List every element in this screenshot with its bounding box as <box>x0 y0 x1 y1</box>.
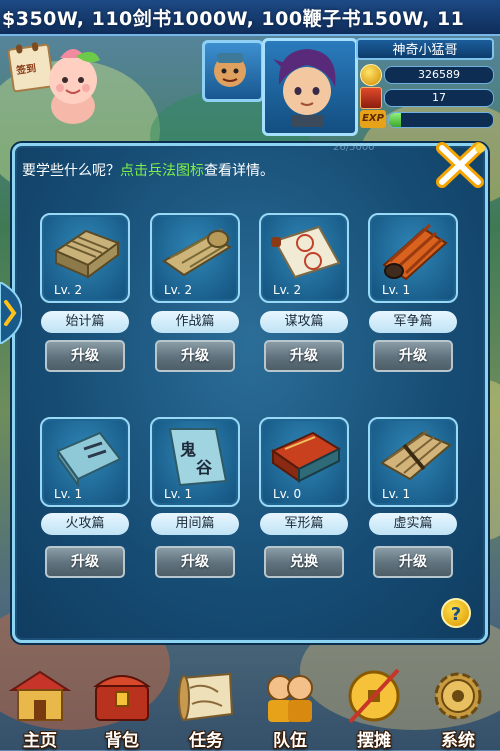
upgrade-button[interactable]: 升级 <box>373 340 453 372</box>
treasure-box-icon <box>360 87 382 109</box>
skill-level: Lv. 2 <box>273 283 302 297</box>
skill-level: Lv. 2 <box>164 283 193 297</box>
nav-label: 系统 <box>441 731 475 751</box>
exchange-button[interactable]: 兑换 <box>264 546 344 578</box>
tied-bamboo-icon <box>380 430 452 481</box>
chest-icon <box>93 675 151 721</box>
coin-icon <box>360 64 382 86</box>
nav-label: 摆摊 <box>357 731 391 751</box>
nav-system[interactable]: 系统 <box>418 658 498 751</box>
nav-label: 任务 <box>189 731 223 751</box>
nav-stall[interactable]: 摆摊 <box>334 658 414 751</box>
skill-name: 作战篇 <box>151 311 239 333</box>
skill-name: 军争篇 <box>369 311 457 333</box>
red-scroll-icon <box>382 223 448 281</box>
skill-card-xushi[interactable]: Lv. 1 <box>368 417 458 507</box>
peach-mascot-icon[interactable] <box>40 44 106 126</box>
upgrade-button[interactable]: 升级 <box>155 340 235 372</box>
skill-level: Lv. 1 <box>54 487 83 501</box>
nav-label: 主页 <box>23 731 57 751</box>
close-icon[interactable] <box>432 140 488 190</box>
skill-card-junxing[interactable]: Lv. 0 <box>259 417 349 507</box>
panel-prompt: 要学些什么呢？点击兵法图标查看详情。 <box>22 160 274 180</box>
upgrade-button[interactable]: 升级 <box>264 340 344 372</box>
paper-scroll-icon <box>271 225 341 279</box>
skill-level: Lv. 2 <box>54 283 83 297</box>
exp-bar: EXP <box>360 110 494 128</box>
expand-left-arrow-icon[interactable] <box>0 282 22 344</box>
bottom-nav: 主页 背包 任务 队伍 摆摊 系统 <box>0 658 500 751</box>
skill-name: 谋攻篇 <box>260 311 348 333</box>
bamboo-roll-icon <box>162 228 232 277</box>
exp-fill <box>389 113 402 127</box>
skill-name: 火攻篇 <box>41 513 129 535</box>
skill-card-shiji[interactable]: Lv. 2 <box>40 213 130 303</box>
skill-level: Lv. 1 <box>382 487 411 501</box>
skill-name: 虚实篇 <box>369 513 457 535</box>
nav-quest[interactable]: 任务 <box>166 658 246 751</box>
bamboo-scroll-icon <box>53 229 121 279</box>
svg-text:谷: 谷 <box>196 458 213 477</box>
team-icon <box>267 675 313 722</box>
map-scroll-icon <box>178 672 234 722</box>
nav-home[interactable]: 主页 <box>0 658 80 751</box>
hero-face-icon <box>273 49 336 127</box>
energy-stat: 17 <box>360 87 494 109</box>
ghost-book-icon: 鬼 谷 <box>168 428 228 487</box>
prompt-highlight: 点击兵法图标 <box>120 163 204 179</box>
gear-icon <box>434 672 482 720</box>
skill-name: 始计篇 <box>41 311 129 333</box>
coin-stat: 326589 <box>360 64 494 86</box>
nav-team[interactable]: 队伍 <box>250 658 330 751</box>
player-portrait[interactable] <box>262 38 358 136</box>
exp-track <box>388 112 494 128</box>
nav-label: 背包 <box>105 731 139 751</box>
skill-level: Lv. 1 <box>164 487 193 501</box>
palace-icon <box>8 670 72 721</box>
companion-portrait[interactable] <box>202 40 264 102</box>
nav-label: 队伍 <box>273 731 307 751</box>
skill-card-zuozhan[interactable]: Lv. 2 <box>150 213 240 303</box>
player-info: 神奇小猛哥 326589 17 EXP <box>356 38 494 130</box>
skill-name: 用间篇 <box>151 513 239 535</box>
coin-value: 326589 <box>384 66 494 84</box>
skill-card-huogong[interactable]: Lv. 1 <box>40 417 130 507</box>
skill-name: 军形篇 <box>260 513 348 535</box>
announcement-ticker: $350W, 110剑书1000W, 100鞭子书150W, 11 <box>0 0 500 36</box>
prompt-before: 要学些什么呢？ <box>22 163 120 179</box>
companion-face-icon <box>214 53 246 87</box>
upgrade-button[interactable]: 升级 <box>45 340 125 372</box>
ticker-text: $350W, 110剑书1000W, 100鞭子书150W, 11 <box>2 8 465 30</box>
player-name: 神奇小猛哥 <box>356 38 494 60</box>
skill-card-junzheng[interactable]: Lv. 1 <box>368 213 458 303</box>
energy-value: 17 <box>384 89 494 107</box>
exp-label: EXP <box>360 110 386 128</box>
upgrade-button[interactable]: 升级 <box>155 546 235 578</box>
upgrade-button[interactable]: 升级 <box>45 546 125 578</box>
upgrade-button[interactable]: 升级 <box>373 546 453 578</box>
background-counter: 26/5000 <box>333 142 375 153</box>
calendar-text: 签到 <box>15 63 37 78</box>
skill-level: Lv. 0 <box>273 487 302 501</box>
svg-text:鬼: 鬼 <box>180 440 196 459</box>
skill-card-yongjian[interactable]: 鬼 谷 Lv. 1 <box>150 417 240 507</box>
skill-level: Lv. 1 <box>382 283 411 297</box>
skill-card-mougong[interactable]: Lv. 2 <box>259 213 349 303</box>
blue-book-icon <box>56 431 122 487</box>
prompt-after: 查看详情。 <box>204 163 274 179</box>
red-book-icon <box>270 431 342 483</box>
help-button[interactable]: ? <box>441 598 471 628</box>
coin-stall-icon <box>348 668 400 724</box>
nav-bag[interactable]: 背包 <box>82 658 162 751</box>
